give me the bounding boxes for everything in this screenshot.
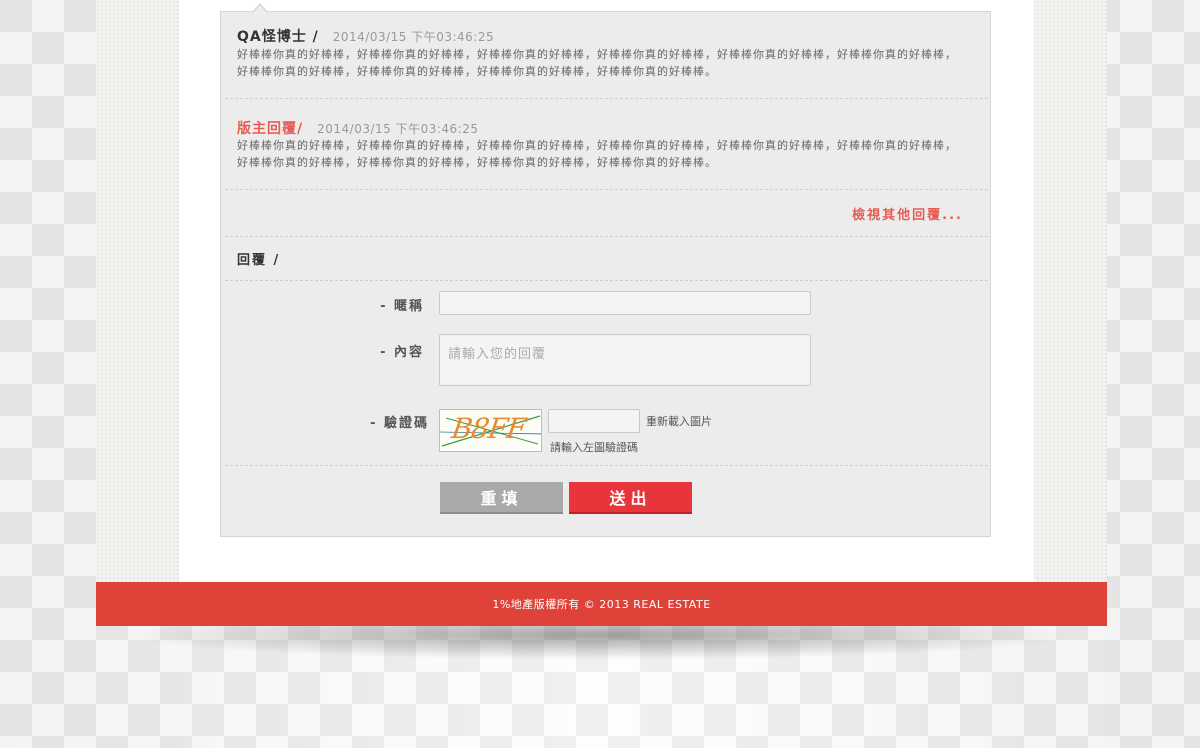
footer-bar: 1%地產版權所有 © 2013 REAL ESTATE: [96, 582, 1107, 626]
moderator-reply-header: 版主回覆/ 2014/03/15 下午03:46:25: [237, 118, 479, 138]
captcha-label: - 驗證碼: [370, 416, 429, 431]
message-body: 好棒棒你真的好棒棒，好棒棒你真的好棒棒，好棒棒你真的好棒棒，好棒棒你真的好棒棒，…: [237, 48, 957, 78]
reset-button[interactable]: 重填: [440, 482, 563, 514]
nickname-label: - 暱稱: [380, 299, 424, 314]
content-textarea[interactable]: 請輸入您的回覆: [439, 334, 811, 386]
submit-button[interactable]: 送出: [569, 482, 692, 514]
divider: [225, 189, 988, 190]
content-label: - 內容: [380, 345, 424, 360]
divider: [225, 98, 988, 99]
message-author: QA怪博士 /: [237, 29, 319, 45]
page-frame: QA怪博士 / 2014/03/15 下午03:46:25 好棒棒你真的好棒棒，…: [96, 0, 1107, 582]
reload-captcha-link[interactable]: 重新載入圖片: [646, 413, 712, 429]
captcha-hint: 請輸入左圖驗證碼: [550, 441, 638, 454]
nickname-input[interactable]: [439, 291, 811, 315]
view-more-replies-link[interactable]: 檢視其他回覆...: [852, 204, 963, 223]
moderator-label: 版主回覆/: [237, 121, 304, 137]
captcha-image: B8FF: [439, 409, 542, 452]
reply-heading: 回覆 /: [237, 253, 281, 268]
message-header: QA怪博士 / 2014/03/15 下午03:46:25: [237, 26, 494, 46]
copyright-text: 1%地產版權所有 © 2013 REAL ESTATE: [492, 598, 711, 611]
captcha-input[interactable]: [548, 409, 640, 433]
divider: [225, 236, 988, 237]
qa-panel: QA怪博士 / 2014/03/15 下午03:46:25 好棒棒你真的好棒棒，…: [220, 3, 991, 537]
captcha-characters: B8FF: [449, 412, 528, 445]
message-timestamp: 2014/03/15 下午03:46:25: [332, 30, 495, 44]
message-body: 好棒棒你真的好棒棒，好棒棒你真的好棒棒，好棒棒你真的好棒棒，好棒棒你真的好棒棒，…: [237, 139, 957, 169]
content-column: QA怪博士 / 2014/03/15 下午03:46:25 好棒棒你真的好棒棒，…: [179, 0, 1034, 582]
message-timestamp: 2014/03/15 下午03:46:25: [317, 122, 479, 136]
divider: [225, 465, 988, 466]
divider: [225, 280, 988, 281]
